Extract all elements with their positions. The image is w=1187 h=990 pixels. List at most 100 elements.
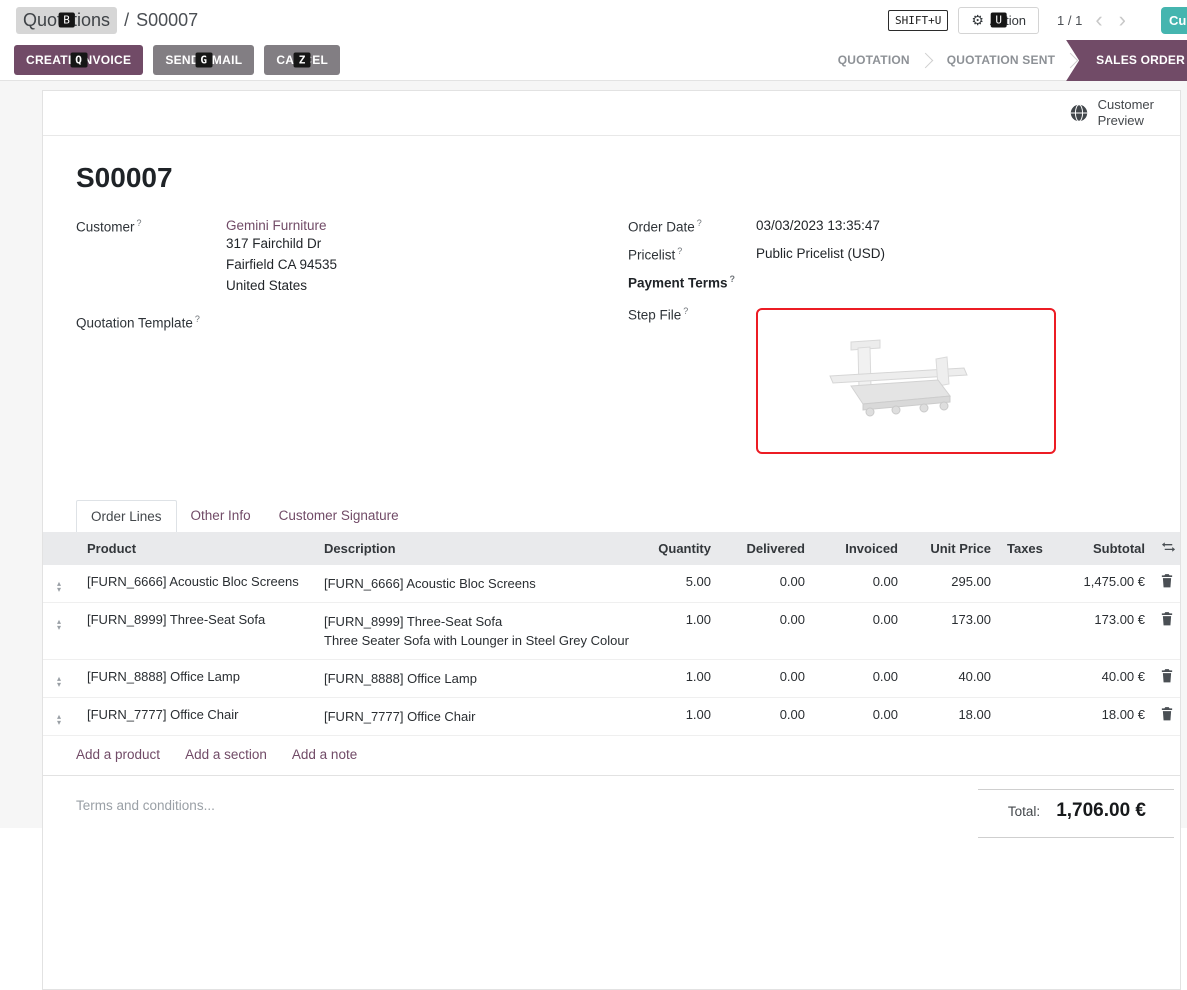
column-header-unit-price: Unit Price: [906, 532, 999, 565]
cell-invoiced[interactable]: 0.00: [813, 603, 906, 660]
cell-product[interactable]: [FURN_6666] Acoustic Bloc Screens: [79, 565, 316, 603]
total-label: Total:: [1008, 804, 1040, 819]
breadcrumb-separator: /: [124, 10, 129, 31]
cell-description[interactable]: [FURN_6666] Acoustic Bloc Screens: [316, 565, 643, 603]
cell-product[interactable]: [FURN_8888] Office Lamp: [79, 660, 316, 698]
cell-delivered[interactable]: 0.00: [719, 565, 813, 603]
globe-icon: [1069, 103, 1089, 123]
total-value: 1,706.00 €: [1056, 800, 1146, 822]
statusbar: QUOTATION QUOTATION SENT SALES ORDER: [824, 40, 1187, 81]
create-invoice-button[interactable]: CREATE INVOICE Q: [14, 45, 143, 75]
column-header-subtotal: Subtotal: [1057, 532, 1153, 565]
drag-handle-icon[interactable]: ▴▾: [51, 676, 61, 688]
cell-taxes[interactable]: [999, 660, 1057, 698]
address-line: 317 Fairchild Dr: [226, 233, 337, 254]
column-header-description: Description: [316, 532, 643, 565]
control-panel: CREATE INVOICE Q SEND EMAIL G CANCEL Z Q…: [0, 40, 1187, 81]
cell-invoiced[interactable]: 0.00: [813, 660, 906, 698]
order-date-value[interactable]: 03/03/2023 13:35:47: [756, 218, 880, 236]
tab-customer-signature[interactable]: Customer Signature: [265, 500, 413, 532]
add-product-link[interactable]: Add a product: [76, 747, 160, 762]
customer-link[interactable]: Gemini Furniture: [226, 218, 327, 233]
chevron-right-icon: ›: [1119, 7, 1126, 32]
customer-preview-label: Customer Preview: [1098, 97, 1154, 129]
customer-preview-button[interactable]: Customer Preview: [1069, 97, 1154, 129]
corner-cut-button[interactable]: Cu: [1161, 7, 1187, 34]
terms-placeholder[interactable]: Terms and conditions...: [76, 776, 215, 838]
breadcrumb: Quotations B / S00007: [16, 7, 198, 34]
column-header-product: Product: [79, 532, 316, 565]
add-section-link[interactable]: Add a section: [185, 747, 267, 762]
pager-next-button[interactable]: ›: [1116, 9, 1129, 31]
order-date-label: Order Date?: [628, 218, 756, 235]
drag-handle-icon[interactable]: ▴▾: [51, 619, 61, 631]
order-line-row[interactable]: ▴▾ [FURN_6666] Acoustic Bloc Screens [FU…: [43, 565, 1180, 603]
cell-subtotal: 173.00 €: [1057, 603, 1153, 660]
cell-delivered[interactable]: 0.00: [719, 603, 813, 660]
optional-columns-toggle-button[interactable]: [1153, 532, 1180, 565]
shortcut-box-shift-u: SHIFT+U: [888, 10, 948, 31]
add-note-link[interactable]: Add a note: [292, 747, 357, 762]
order-lines-table: Product Description Quantity Delivered I…: [43, 532, 1180, 736]
form-sheet: Customer Preview S00007 Customer? Gemini…: [42, 90, 1181, 990]
cell-invoiced[interactable]: 0.00: [813, 698, 906, 736]
totals-block: Total: 1,706.00 €: [978, 789, 1174, 838]
help-icon: ?: [677, 246, 682, 256]
sheet-footer: Terms and conditions... Total: 1,706.00 …: [43, 775, 1180, 838]
cancel-button[interactable]: CANCEL Z: [264, 45, 340, 75]
send-email-button[interactable]: SEND EMAIL G: [153, 45, 254, 75]
drag-handle-icon[interactable]: ▴▾: [51, 581, 61, 593]
breadcrumb-item-quotations[interactable]: Quotations B: [16, 7, 117, 34]
chevron-left-icon: ‹: [1095, 7, 1102, 32]
shortcut-badge-b: B: [58, 13, 75, 28]
step-file-image[interactable]: [756, 308, 1056, 454]
shortcut-badge-g: G: [195, 53, 212, 68]
cell-unit-price[interactable]: 40.00: [906, 660, 999, 698]
cell-quantity[interactable]: 5.00: [643, 565, 719, 603]
shortcut-badge-z: Z: [294, 53, 311, 68]
tab-order-lines[interactable]: Order Lines: [76, 500, 177, 532]
cell-quantity[interactable]: 1.00: [643, 603, 719, 660]
cell-taxes[interactable]: [999, 565, 1057, 603]
status-quotation-sent[interactable]: QUOTATION SENT: [933, 40, 1069, 81]
pricelist-label: Pricelist?: [628, 246, 756, 263]
tab-other-info[interactable]: Other Info: [177, 500, 265, 532]
order-line-row[interactable]: ▴▾ [FURN_7777] Office Chair [FURN_7777] …: [43, 698, 1180, 736]
status-sales-order-active[interactable]: SALES ORDER: [1066, 40, 1187, 81]
cell-subtotal: 40.00 €: [1057, 660, 1153, 698]
cell-quantity[interactable]: 1.00: [643, 660, 719, 698]
delete-line-button[interactable]: [1153, 660, 1180, 698]
help-icon: ?: [697, 218, 702, 228]
cell-taxes[interactable]: [999, 603, 1057, 660]
cell-unit-price[interactable]: 295.00: [906, 565, 999, 603]
handle-column-header: [43, 532, 79, 565]
cad-model-image: [796, 326, 1016, 436]
cell-unit-price[interactable]: 18.00: [906, 698, 999, 736]
shortcut-badge-u: U: [990, 13, 1007, 28]
drag-handle-icon[interactable]: ▴▾: [51, 714, 61, 726]
order-line-row[interactable]: ▴▾ [FURN_8888] Office Lamp [FURN_8888] O…: [43, 660, 1180, 698]
cell-invoiced[interactable]: 0.00: [813, 565, 906, 603]
pager-previous-button[interactable]: ‹: [1092, 9, 1105, 31]
cell-taxes[interactable]: [999, 698, 1057, 736]
delete-line-button[interactable]: [1153, 603, 1180, 660]
form-fields: Customer? Gemini Furniture 317 Fairchild…: [76, 218, 1147, 470]
cell-unit-price[interactable]: 173.00: [906, 603, 999, 660]
cell-description[interactable]: [FURN_8999] Three-Seat Sofa Three Seater…: [316, 603, 643, 660]
cell-description[interactable]: [FURN_7777] Office Chair: [316, 698, 643, 736]
status-quotation[interactable]: QUOTATION: [824, 40, 924, 81]
action-menu-button[interactable]: ⚙ Action U: [958, 7, 1039, 34]
cell-product[interactable]: [FURN_7777] Office Chair: [79, 698, 316, 736]
cell-product[interactable]: [FURN_8999] Three-Seat Sofa: [79, 603, 316, 660]
cell-description[interactable]: [FURN_8888] Office Lamp: [316, 660, 643, 698]
cell-delivered[interactable]: 0.00: [719, 698, 813, 736]
delete-line-button[interactable]: [1153, 565, 1180, 603]
record-title: S00007: [76, 162, 1147, 194]
delete-line-button[interactable]: [1153, 698, 1180, 736]
cell-delivered[interactable]: 0.00: [719, 660, 813, 698]
topbar-right-controls: SHIFT+U ⚙ Action U 1 / 1 ‹ ›: [888, 7, 1129, 34]
order-line-row[interactable]: ▴▾ [FURN_8999] Three-Seat Sofa [FURN_899…: [43, 603, 1180, 660]
cell-quantity[interactable]: 1.00: [643, 698, 719, 736]
help-icon: ?: [683, 306, 688, 316]
pricelist-value[interactable]: Public Pricelist (USD): [756, 246, 885, 264]
